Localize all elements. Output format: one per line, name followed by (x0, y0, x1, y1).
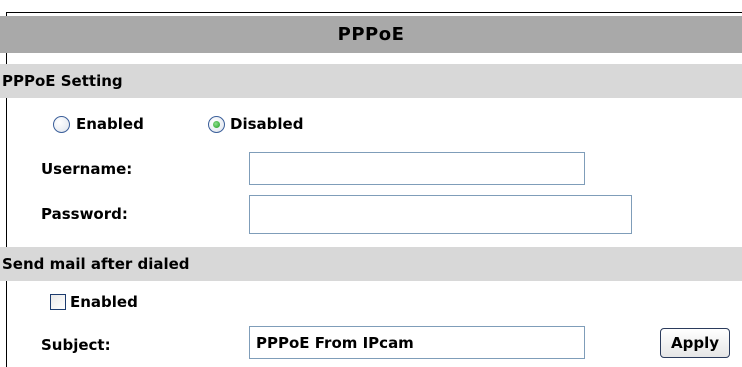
section-header-pppoe-setting: PPPoE Setting (0, 64, 742, 98)
username-input[interactable] (249, 152, 585, 185)
password-input[interactable] (249, 195, 632, 234)
disabled-radio[interactable] (208, 116, 225, 133)
subject-label: Subject: (41, 336, 111, 354)
send-mail-enabled-label: Enabled (70, 293, 138, 311)
enabled-radio-label: Enabled (76, 115, 144, 133)
page-title: PPPoE (0, 16, 742, 53)
username-label: Username: (41, 160, 133, 178)
enabled-radio[interactable] (53, 116, 70, 133)
password-label: Password: (41, 205, 128, 223)
disabled-radio-label: Disabled (230, 115, 304, 133)
send-mail-enabled-checkbox[interactable] (50, 294, 66, 310)
section-header-send-mail: Send mail after dialed (0, 247, 742, 281)
subject-input[interactable] (249, 326, 585, 359)
apply-button[interactable]: Apply (660, 328, 730, 358)
